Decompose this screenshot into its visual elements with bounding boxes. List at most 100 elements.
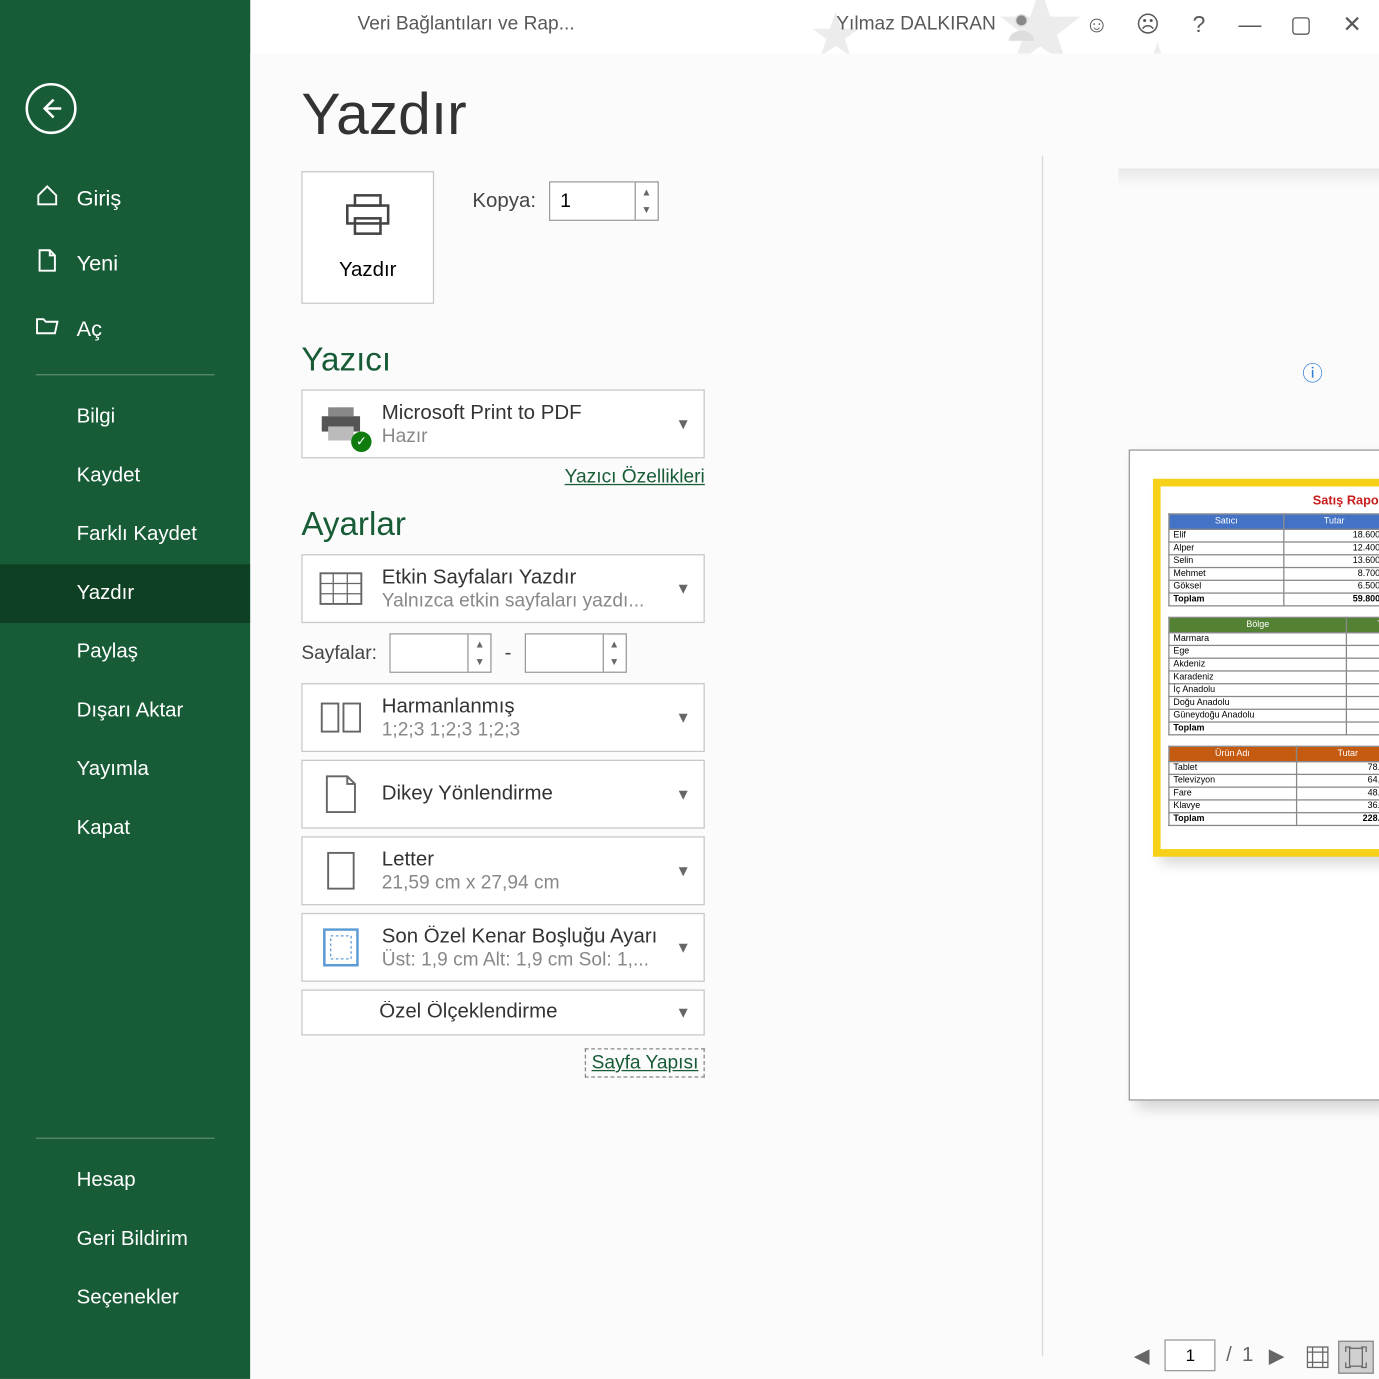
preview-page-nav: ◀ / 1 ▶ <box>1129 1339 1290 1371</box>
margins-dropdown[interactable]: Son Özel Kenar Boşluğu Ayarı Üst: 1,9 cm… <box>301 913 704 982</box>
collate-dropdown[interactable]: Harmanlanmış 1;2;3 1;2;3 1;2;3 ▼ <box>301 683 704 752</box>
next-page-button[interactable]: ▶ <box>1264 1340 1290 1371</box>
sheets-icon <box>315 566 366 612</box>
nav-save-as[interactable]: Farklı Kaydet <box>0 506 250 565</box>
paper-icon <box>315 848 366 894</box>
spin-down-icon[interactable]: ▼ <box>469 653 491 672</box>
nav-close[interactable]: Kapat <box>0 799 250 858</box>
collate-sub: 1;2;3 1;2;3 1;2;3 <box>382 718 660 740</box>
maximize-icon[interactable]: ▢ <box>1287 10 1315 38</box>
nav-account[interactable]: Hesap <box>0 1152 250 1211</box>
spin-up-icon[interactable]: ▲ <box>603 635 625 654</box>
preview-content-highlight: Satış Raporu SatıcıTutarSatış AdediElif1… <box>1153 479 1379 857</box>
nav-home[interactable]: Giriş <box>0 166 250 231</box>
printer-icon <box>342 193 393 247</box>
user-name[interactable]: Yılmaz DALKIRAN <box>836 13 996 35</box>
pages-to-spinner[interactable]: ▲▼ <box>524 633 626 673</box>
print-button[interactable]: Yazdır <box>301 171 434 304</box>
nav-publish[interactable]: Yayımla <box>0 741 250 800</box>
pages-from-spinner[interactable]: ▲▼ <box>390 633 492 673</box>
spin-down-icon[interactable]: ▼ <box>603 653 625 672</box>
preview-table-3: Ürün AdıTutarSatış AdediTablet78.600448T… <box>1168 746 1379 826</box>
nav-open[interactable]: Aç <box>0 296 250 361</box>
chevron-down-icon: ▼ <box>676 709 691 727</box>
document-title: Veri Bağlantıları ve Rap... <box>358 13 575 35</box>
check-icon: ✓ <box>351 432 371 452</box>
copies-label: Kopya: <box>472 190 536 213</box>
chevron-down-icon: ▼ <box>676 415 691 433</box>
frown-icon[interactable]: ☹ <box>1134 10 1162 38</box>
page-separator: / <box>1226 1344 1232 1367</box>
margins-icon <box>315 924 366 970</box>
margins-title: Son Özel Kenar Boşluğu Ayarı <box>382 925 660 948</box>
paper-dropdown[interactable]: Letter 21,59 cm x 27,94 cm ▼ <box>301 836 704 905</box>
print-backstage-main: Yazdır Yazdır Kopya: ▲▼ Yazıcı ⓘ ✓ Micro… <box>250 54 1379 1379</box>
nav-options[interactable]: Seçenekler <box>0 1269 250 1328</box>
nav-print[interactable]: Yazdır <box>0 564 250 623</box>
paper-sub: 21,59 cm x 27,94 cm <box>382 871 660 893</box>
total-pages: 1 <box>1242 1344 1253 1367</box>
chevron-down-icon: ▼ <box>676 785 691 803</box>
collate-icon <box>315 695 366 741</box>
home-icon <box>36 184 59 213</box>
collate-title: Harmanlanmış <box>382 695 660 718</box>
preview-shadow <box>1118 169 1379 187</box>
scaling-dropdown[interactable]: Özel Ölçeklendirme ▼ <box>301 990 704 1036</box>
chevron-down-icon: ▼ <box>676 938 691 956</box>
printer-properties-link[interactable]: Yazıcı Özellikleri <box>565 466 705 488</box>
printer-dropdown[interactable]: ✓ Microsoft Print to PDF Hazır ▼ <box>301 389 704 458</box>
page-setup-link[interactable]: Sayfa Yapısı <box>585 1048 705 1077</box>
paper-title: Letter <box>382 848 660 871</box>
chevron-down-icon: ▼ <box>676 580 691 598</box>
printer-section-title: Yazıcı <box>301 340 1328 380</box>
print-what-title: Etkin Sayfaları Yazdır <box>382 566 660 589</box>
user-avatar-icon[interactable] <box>1006 10 1037 41</box>
close-icon[interactable]: ✕ <box>1338 10 1366 38</box>
nav-share[interactable]: Paylaş <box>0 623 250 682</box>
help-icon[interactable]: ? <box>1185 10 1213 38</box>
nav-new-label: Yeni <box>77 251 118 277</box>
orientation-dropdown[interactable]: Dikey Yönlendirme ▼ <box>301 760 704 829</box>
printer-status: Hazır <box>382 425 660 447</box>
print-preview-page: Satış Raporu SatıcıTutarSatış AdediElif1… <box>1129 449 1379 1100</box>
prev-page-button[interactable]: ◀ <box>1129 1340 1155 1371</box>
nav-home-label: Giriş <box>77 186 122 212</box>
divider <box>1042 156 1043 1356</box>
nav-open-label: Aç <box>77 316 102 342</box>
nav-divider-bottom <box>36 1138 215 1139</box>
nav-divider <box>36 374 215 375</box>
pages-from-input[interactable] <box>391 635 468 672</box>
smile-icon[interactable]: ☺ <box>1083 10 1111 38</box>
nav-feedback[interactable]: Geri Bildirim <box>0 1210 250 1269</box>
print-button-label: Yazdır <box>339 259 397 282</box>
spin-down-icon[interactable]: ▼ <box>636 201 658 220</box>
printer-name: Microsoft Print to PDF <box>382 402 660 425</box>
copies-input[interactable] <box>550 183 634 220</box>
scaling-title: Özel Ölçeklendirme <box>379 1001 660 1024</box>
spin-up-icon[interactable]: ▲ <box>469 635 491 654</box>
orientation-title: Dikey Yönlendirme <box>382 783 660 806</box>
margins-sub: Üst: 1,9 cm Alt: 1,9 cm Sol: 1,... <box>382 948 660 970</box>
document-icon <box>36 249 59 278</box>
print-what-sub: Yalnızca etkin sayfaları yazdı... <box>382 589 660 611</box>
report-title: Satış Raporu <box>1168 494 1379 508</box>
nav-save[interactable]: Kaydet <box>0 447 250 506</box>
pages-to-input[interactable] <box>525 635 602 672</box>
nav-new[interactable]: Yeni <box>0 231 250 296</box>
print-what-dropdown[interactable]: Etkin Sayfaları Yazdır Yalnızca etkin sa… <box>301 554 704 623</box>
back-button[interactable] <box>26 83 77 134</box>
chevron-down-icon: ▼ <box>676 1004 691 1022</box>
nav-export[interactable]: Dışarı Aktar <box>0 682 250 741</box>
pages-label: Sayfalar: <box>301 642 377 664</box>
spin-up-icon[interactable]: ▲ <box>636 183 658 202</box>
backstage-sidebar: Giriş Yeni Aç Bilgi Kaydet Farklı Kaydet… <box>0 0 250 1379</box>
show-margins-button[interactable] <box>1300 1341 1336 1374</box>
info-icon[interactable]: ⓘ <box>1302 356 1322 387</box>
nav-info[interactable]: Bilgi <box>0 388 250 447</box>
copies-spinner[interactable]: ▲▼ <box>549 181 659 221</box>
current-page-input[interactable] <box>1165 1339 1216 1371</box>
minimize-icon[interactable]: — <box>1236 10 1264 38</box>
zoom-to-page-button[interactable] <box>1338 1341 1374 1374</box>
pages-dash: - <box>499 642 516 665</box>
page-title: Yazdır <box>301 79 1328 148</box>
